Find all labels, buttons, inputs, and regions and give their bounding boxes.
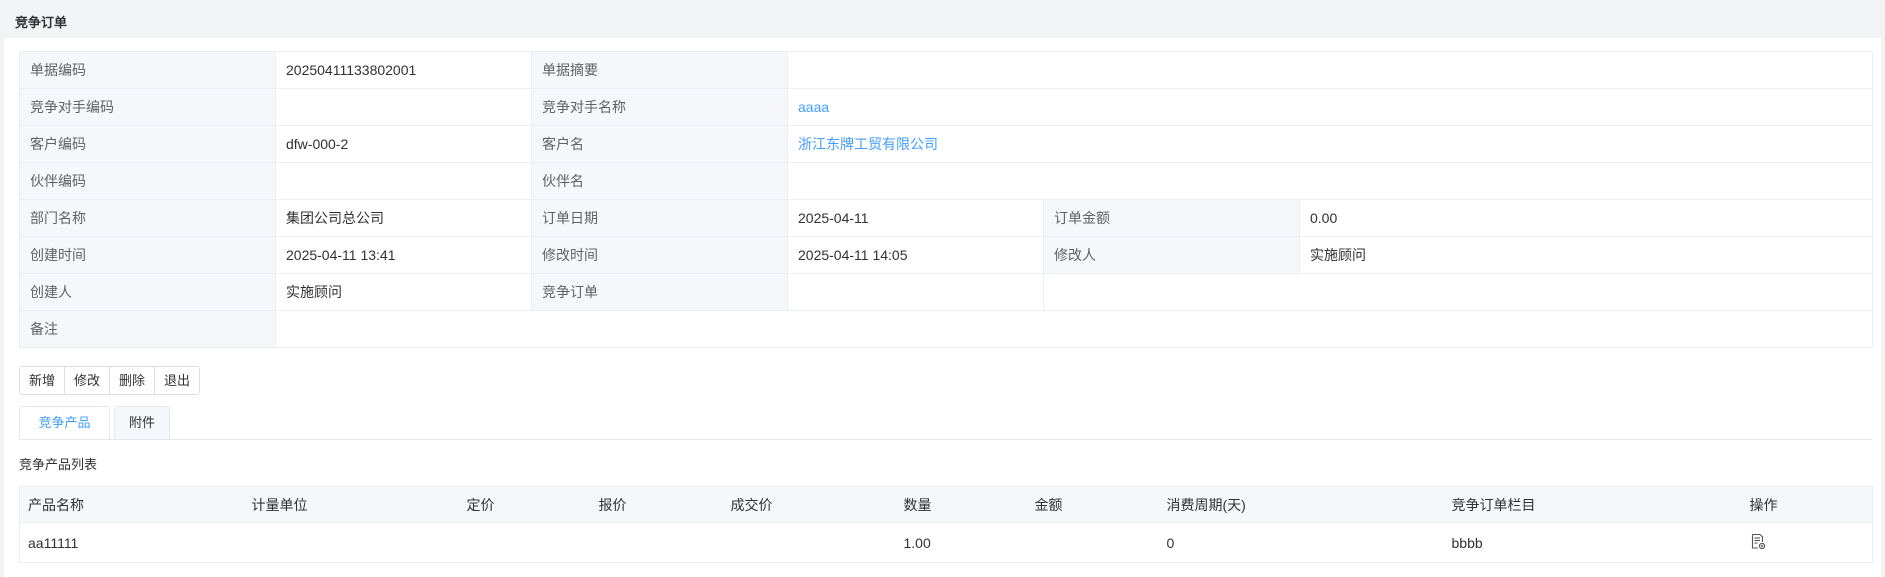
partner-name-value — [786, 162, 1874, 200]
modifier-label: 修改人 — [1043, 236, 1300, 274]
add-button[interactable]: 新增 — [20, 367, 66, 394]
page-title: 竞争订单 — [15, 15, 68, 30]
customer-name-label: 客户名 — [531, 125, 788, 163]
dept-name-label: 部门名称 — [19, 199, 276, 237]
competitive-order-value — [787, 273, 1044, 311]
creator-value: 实施顾问 — [275, 273, 532, 311]
tab-competitive-products[interactable]: 竞争产品 — [19, 406, 110, 439]
content-panel: 单据编码 20250411133802001 单据摘要 竞争对手编码 竞争对手名… — [4, 38, 1881, 577]
competitor-name-label: 竞争对手名称 — [531, 88, 788, 126]
partner-name-label: 伙伴名 — [531, 162, 788, 200]
order-date-value: 2025-04-11 — [787, 199, 1044, 237]
table-row: aa11111 1.00 0 bbbb — [19, 522, 1873, 563]
form-row: 客户编码 dfw-000-2 客户名 浙江东牌工贸有限公司 — [19, 125, 1874, 163]
order-column-cell: bbbb — [1443, 522, 1742, 563]
customer-code-label: 客户编码 — [19, 125, 276, 163]
action-cell — [1741, 522, 1873, 563]
form-row: 创建时间 2025-04-11 13:41 修改时间 2025-04-11 14… — [19, 236, 1874, 274]
modified-time-label: 修改时间 — [531, 236, 788, 274]
bill-code-label: 单据编码 — [19, 51, 276, 89]
order-amount-label: 订单金额 — [1043, 199, 1300, 237]
cycle-cell: 0 — [1158, 522, 1444, 563]
created-time-label: 创建时间 — [19, 236, 276, 274]
bill-code-value: 20250411133802001 — [275, 51, 532, 89]
tab-attachments[interactable]: 附件 — [114, 406, 170, 439]
product-name-cell: aa11111 — [19, 522, 244, 563]
list-price-cell — [458, 522, 591, 563]
form-row: 备注 — [19, 310, 1874, 348]
document-edit-icon[interactable] — [1750, 533, 1766, 553]
column-header: 竞争订单栏目 — [1443, 486, 1742, 523]
form-row: 单据编码 20250411133802001 单据摘要 — [19, 51, 1874, 89]
page-header: 竞争订单 — [0, 0, 1885, 38]
order-form: 单据编码 20250411133802001 单据摘要 竞争对手编码 竞争对手名… — [19, 51, 1874, 348]
form-row: 创建人 实施顾问 竞争订单 — [19, 273, 1874, 311]
bill-summary-label: 单据摘要 — [531, 51, 788, 89]
column-header: 计量单位 — [243, 486, 459, 523]
column-header: 产品名称 — [19, 486, 244, 523]
column-header: 定价 — [458, 486, 591, 523]
column-header: 金额 — [1026, 486, 1159, 523]
creator-label: 创建人 — [19, 273, 276, 311]
delete-button[interactable]: 删除 — [110, 367, 156, 394]
empty-cell — [1042, 273, 1874, 311]
customer-name-link[interactable]: 浙江东牌工贸有限公司 — [786, 125, 1874, 163]
table-header-row: 产品名称 计量单位 定价 报价 成交价 数量 金额 消费周期(天) 竞争订单栏目… — [19, 486, 1873, 523]
partner-code-value — [275, 162, 532, 200]
action-toolbar: 新增 修改 删除 退出 — [19, 366, 201, 395]
partner-code-label: 伙伴编码 — [19, 162, 276, 200]
order-date-label: 订单日期 — [531, 199, 788, 237]
amount-cell — [1026, 522, 1159, 563]
tab-bar: 竞争产品 附件 — [19, 406, 1872, 440]
list-title: 竞争产品列表 — [19, 457, 98, 472]
competitor-code-value — [275, 88, 532, 126]
form-row: 部门名称 集团公司总公司 订单日期 2025-04-11 订单金额 0.00 — [19, 199, 1874, 237]
remark-value — [274, 310, 1874, 348]
form-row: 竞争对手编码 竞争对手名称 aaaa — [19, 88, 1874, 126]
column-header: 消费周期(天) — [1158, 486, 1444, 523]
competitor-name-link[interactable]: aaaa — [786, 88, 1874, 126]
order-amount-value: 0.00 — [1298, 199, 1874, 237]
unit-cell — [243, 522, 459, 563]
column-header: 操作 — [1741, 486, 1873, 523]
modified-time-value: 2025-04-11 14:05 — [787, 236, 1044, 274]
competitor-code-label: 竞争对手编码 — [19, 88, 276, 126]
competitive-order-label: 竞争订单 — [531, 273, 788, 311]
created-time-value: 2025-04-11 13:41 — [275, 236, 532, 274]
column-header: 数量 — [895, 486, 1027, 523]
form-row: 伙伴编码 伙伴名 — [19, 162, 1874, 200]
products-table: 产品名称 计量单位 定价 报价 成交价 数量 金额 消费周期(天) 竞争订单栏目… — [19, 486, 1873, 563]
deal-price-cell — [722, 522, 896, 563]
bill-summary-value — [786, 51, 1874, 89]
customer-code-value: dfw-000-2 — [275, 125, 532, 163]
remark-label: 备注 — [19, 310, 276, 348]
edit-button[interactable]: 修改 — [65, 367, 111, 394]
column-header: 报价 — [590, 486, 723, 523]
quantity-cell: 1.00 — [895, 522, 1027, 563]
column-header: 成交价 — [722, 486, 896, 523]
exit-button[interactable]: 退出 — [155, 367, 200, 394]
modifier-value: 实施顾问 — [1298, 236, 1874, 274]
dept-name-value: 集团公司总公司 — [275, 199, 532, 237]
quote-cell — [590, 522, 723, 563]
